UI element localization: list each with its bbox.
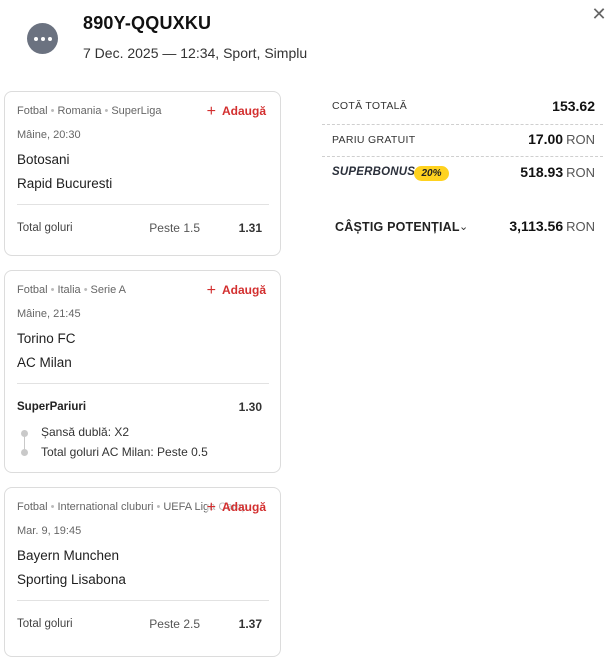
breadcrumb-separator: • bbox=[83, 284, 88, 296]
potential-win-label: CÂȘTIG POTENȚIAL bbox=[335, 220, 460, 234]
odd-value: 1.31 bbox=[238, 221, 262, 235]
event-card: Fotbal • Italia • Serie A + Adaugă Mâine, 21:… bbox=[4, 270, 281, 473]
event-time: Mâine, 21:45 bbox=[17, 308, 81, 320]
event-time: Mâine, 20:30 bbox=[17, 129, 81, 141]
divider bbox=[17, 204, 269, 205]
breadcrumb-separator: • bbox=[104, 105, 109, 117]
away-team: Sporting Lisabona bbox=[17, 572, 126, 587]
breadcrumb-separator: • bbox=[50, 501, 55, 513]
dashed-divider bbox=[322, 124, 603, 125]
breadcrumb-sport: Fotbal bbox=[17, 105, 48, 117]
currency: RON bbox=[566, 132, 595, 147]
dashed-divider bbox=[322, 156, 603, 157]
away-team: AC Milan bbox=[17, 355, 72, 370]
add-label: Adaugă bbox=[221, 283, 266, 297]
superbonus-amount: 518.93 bbox=[520, 164, 564, 180]
free-bet-label: PARIU GRATUIT bbox=[332, 134, 416, 146]
currency: RON bbox=[566, 165, 595, 180]
potential-win-amount: 3,113.56 bbox=[509, 218, 564, 234]
sub-selection: Șansă dublă: X2 bbox=[41, 425, 130, 439]
total-odds-value: 153.62 bbox=[552, 98, 595, 114]
breadcrumb-separator: • bbox=[156, 501, 161, 513]
plus-icon: + bbox=[206, 499, 216, 516]
superpariuri-title: SuperPariuri bbox=[17, 401, 87, 413]
dot bbox=[40, 36, 45, 41]
away-team: Rapid Bucuresti bbox=[17, 176, 113, 191]
superbonus-value: 518.93 RON bbox=[520, 164, 595, 180]
home-team: Bayern Munchen bbox=[17, 548, 120, 563]
dot bbox=[33, 36, 38, 41]
more-options-button[interactable] bbox=[27, 23, 58, 54]
plus-icon: + bbox=[206, 282, 216, 299]
add-label: Adaugă bbox=[221, 104, 266, 118]
event-time: Mar. 9, 19:45 bbox=[17, 525, 82, 537]
close-icon[interactable]: ✕ bbox=[590, 5, 608, 23]
breadcrumb-league: Serie A bbox=[90, 284, 127, 296]
breadcrumb-separator: • bbox=[50, 284, 55, 296]
bullet-dot bbox=[21, 430, 28, 437]
breadcrumb-country: International cluburi bbox=[57, 501, 154, 513]
superbonus-badge: 20% bbox=[414, 166, 449, 181]
chevron-down-icon[interactable]: ⌄ bbox=[459, 220, 468, 233]
add-button[interactable]: + Adaugă bbox=[207, 282, 266, 300]
add-label: Adaugă bbox=[221, 500, 266, 514]
event-card: Fotbal • International cluburi • UEFA Liga C… bbox=[4, 487, 281, 657]
home-team: Torino FC bbox=[17, 331, 76, 346]
event-breadcrumb: Fotbal • Italia • Serie A bbox=[17, 284, 126, 296]
breadcrumb-sport: Fotbal bbox=[17, 284, 48, 296]
ticket-id: 890Y-QQUXKU bbox=[83, 13, 212, 33]
currency: RON bbox=[566, 219, 595, 234]
event-breadcrumb: Fotbal • Romania • SuperLiga bbox=[17, 105, 161, 117]
breadcrumb-country: Italia bbox=[57, 284, 81, 296]
breadcrumb-country: Romania bbox=[57, 105, 102, 117]
breadcrumb-sport: Fotbal bbox=[17, 501, 48, 513]
add-button[interactable]: + Adaugă bbox=[206, 499, 266, 517]
home-team: Botosani bbox=[17, 152, 70, 167]
potential-win-value: 3,113.56 RON bbox=[509, 218, 595, 234]
ticket-meta: 7 Dec. 2025 — 12:34, Sport, Simplu bbox=[83, 45, 308, 61]
selection: Peste 1.5 bbox=[149, 221, 200, 235]
odd-value: 1.37 bbox=[238, 617, 262, 631]
selection: Peste 2.5 bbox=[149, 617, 200, 631]
divider bbox=[17, 383, 269, 384]
breadcrumb-separator: • bbox=[50, 105, 55, 117]
sub-selection: Total goluri AC Milan: Peste 0.5 bbox=[41, 445, 208, 459]
dot bbox=[47, 36, 52, 41]
bullet-dot bbox=[21, 449, 28, 456]
divider bbox=[17, 600, 269, 601]
plus-icon: + bbox=[206, 103, 216, 120]
market-name: Total goluri bbox=[17, 618, 73, 630]
market-name: Total goluri bbox=[17, 222, 73, 234]
event-card: Fotbal • Romania • SuperLiga + Adaugă Mâine, … bbox=[4, 91, 281, 256]
free-bet-value: 17.00 RON bbox=[528, 131, 595, 147]
superbonus-label: SUPERBONUS bbox=[332, 166, 416, 178]
free-bet-amount: 17.00 bbox=[528, 131, 564, 147]
ticket-header: 890Y-QQUXKU 7 Dec. 2025 — 12:34, Sport, … bbox=[0, 0, 610, 80]
odd-value: 1.30 bbox=[238, 400, 262, 414]
total-odds-label: COTĂ TOTALĂ bbox=[332, 100, 408, 112]
add-button[interactable]: + Adaugă bbox=[207, 103, 266, 121]
breadcrumb-league: SuperLiga bbox=[111, 105, 162, 117]
